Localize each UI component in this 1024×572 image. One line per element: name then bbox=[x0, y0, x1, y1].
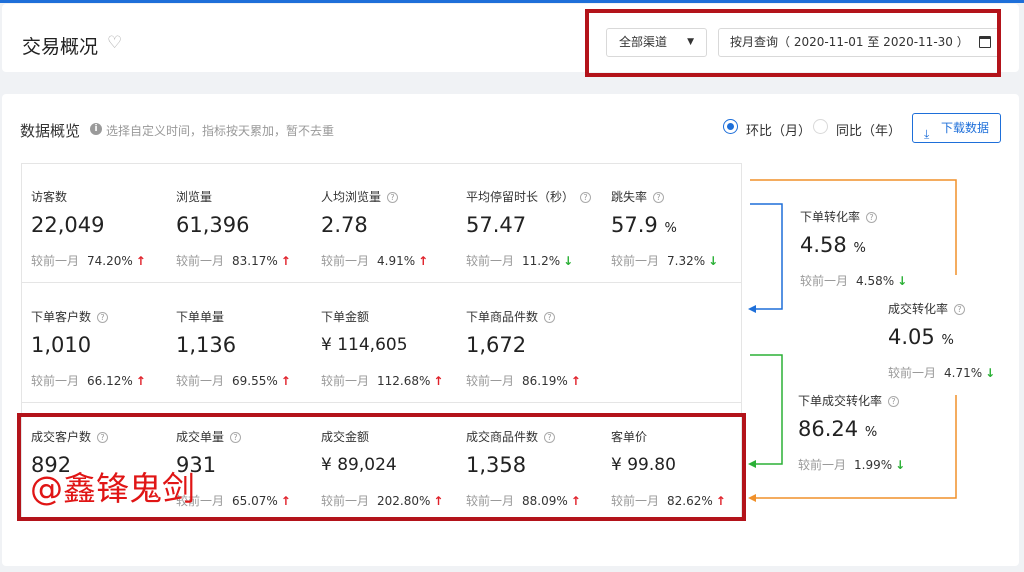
flow-line-orange bbox=[750, 395, 957, 499]
flow-arrow-green bbox=[748, 460, 756, 468]
watermark: @鑫锋鬼剑 bbox=[30, 469, 195, 508]
flow-line-green bbox=[750, 354, 783, 465]
flow-arrow-blue bbox=[748, 305, 756, 313]
flow-arrow-orange bbox=[748, 494, 756, 502]
flow-line-orange bbox=[750, 179, 957, 275]
flow-line-blue bbox=[750, 203, 783, 310]
